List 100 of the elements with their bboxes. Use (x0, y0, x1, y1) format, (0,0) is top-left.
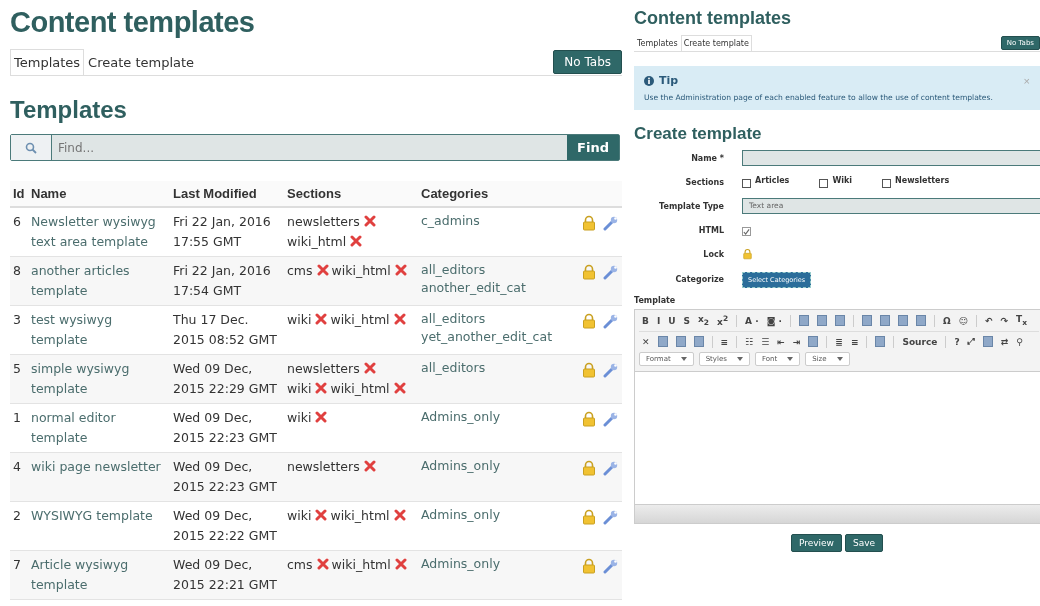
square-icon[interactable] (798, 315, 809, 326)
remove-icon[interactable] (363, 460, 376, 472)
find-button[interactable]: Find (567, 135, 619, 160)
checkbox[interactable] (742, 179, 751, 188)
remove-icon[interactable] (393, 509, 406, 521)
lock-icon[interactable] (581, 263, 597, 280)
toolbar-button[interactable]: S (680, 314, 694, 327)
toolbar-button[interactable]: T$_{x}$ (1013, 313, 1031, 328)
toolbar-button[interactable]: ☰ (758, 335, 773, 348)
remove-icon[interactable] (363, 362, 376, 374)
template-link[interactable]: Article wysiwyg template (31, 555, 167, 595)
remove-icon[interactable] (394, 558, 407, 570)
remove-icon[interactable] (316, 558, 329, 570)
template-link[interactable]: wiki page newsletter (31, 457, 167, 477)
toolbar-button[interactable]: I (653, 314, 664, 327)
checkbox[interactable] (819, 179, 829, 188)
lock-icon[interactable] (742, 247, 753, 260)
toolbar-button[interactable]: ⇄ (997, 335, 1012, 348)
checkbox[interactable] (882, 179, 891, 188)
wrench-icon[interactable] (603, 508, 619, 525)
toolbar-button[interactable]: ↷ (997, 314, 1012, 327)
remove-icon[interactable] (350, 235, 363, 247)
square-icon[interactable] (915, 315, 926, 326)
wrench-icon[interactable] (603, 410, 619, 427)
no-tabs-button[interactable]: No Tabs (553, 50, 622, 74)
square-icon[interactable] (816, 315, 827, 326)
action-button[interactable]: Save (844, 533, 884, 552)
toolbar-button[interactable]: ≡ (847, 335, 862, 348)
square-icon[interactable] (693, 336, 704, 347)
name-field[interactable] (742, 150, 1040, 166)
toolbar-button[interactable]: B (639, 314, 652, 327)
toolbar-button[interactable]: x$_{2}$ (695, 313, 713, 328)
square-icon[interactable] (861, 315, 872, 326)
remove-icon[interactable] (316, 264, 329, 276)
page-title: Content templates (10, 6, 256, 39)
remove-icon[interactable] (393, 313, 406, 325)
square-icon[interactable] (982, 336, 993, 347)
lock-icon[interactable] (581, 459, 597, 476)
tab[interactable]: Templates (10, 49, 85, 75)
toolbar-button[interactable]: U (665, 314, 679, 327)
square-icon[interactable] (897, 315, 908, 326)
template-link[interactable]: WYSIWYG template (31, 506, 167, 526)
toolbar-button[interactable]: A · (742, 314, 762, 327)
tab[interactable]: Create template (84, 49, 199, 75)
tab[interactable]: Templates (634, 35, 681, 51)
caret-icon (836, 356, 843, 361)
template-link[interactable]: test wysiwyg template (31, 310, 167, 350)
lock-icon[interactable] (581, 508, 597, 525)
toolbar-button[interactable]: Ω (939, 314, 954, 327)
toolbar-button[interactable]: x$^{2}$ (714, 313, 732, 328)
toolbar-button[interactable]: ◙ · (763, 314, 785, 327)
action-button[interactable]: Preview (790, 533, 842, 552)
template-link[interactable]: simple wysiwyg template (31, 359, 167, 399)
checkbox[interactable] (742, 227, 751, 236)
lock-icon[interactable] (581, 410, 597, 427)
toolbar-button[interactable]: ≣ (832, 335, 846, 348)
table-cell: Wed 09 Dec, 2015 22:29 GMT (170, 354, 284, 404)
toolbar-button[interactable]: ⚲ (1013, 335, 1026, 348)
square-icon[interactable] (875, 336, 886, 347)
field-label: Sections (684, 177, 724, 187)
remove-icon[interactable] (315, 382, 328, 394)
toolbar-button[interactable]: ≡ (717, 335, 732, 348)
toolbar-button[interactable]: ↶ (981, 314, 996, 327)
toolbar-button[interactable]: ☷ (742, 335, 757, 348)
section-name: wiki_html (330, 381, 390, 396)
toolbar-button[interactable]: ⇥ (789, 335, 804, 348)
square-icon[interactable] (879, 315, 890, 326)
remove-icon[interactable] (363, 215, 376, 227)
lock-icon[interactable] (581, 214, 597, 231)
wrench-icon[interactable] (603, 557, 619, 574)
wrench-icon[interactable] (603, 263, 619, 280)
section-name: cms (287, 557, 313, 572)
wrench-icon[interactable] (603, 214, 619, 231)
template-link[interactable]: Newsletter wysiwyg text area template (31, 212, 167, 252)
toolbar-button[interactable]: ✕ (639, 335, 653, 348)
lock-icon[interactable] (581, 361, 597, 378)
toolbar-button[interactable]: ⇤ (774, 335, 788, 348)
toolbar-button[interactable]: ? (951, 335, 963, 348)
toolbar-button[interactable]: ⤢ (964, 335, 978, 348)
lock-icon[interactable] (581, 557, 597, 574)
square-icon[interactable] (834, 315, 845, 326)
toolbar-button[interactable]: ☺ (955, 314, 971, 327)
tab[interactable]: Create template (680, 35, 752, 51)
remove-icon[interactable] (315, 313, 328, 325)
remove-icon[interactable] (315, 509, 328, 521)
toolbar-button[interactable]: Source (899, 335, 941, 348)
wrench-icon[interactable] (603, 312, 619, 329)
square-icon[interactable] (675, 336, 686, 347)
square-icon[interactable] (657, 336, 668, 347)
wrench-icon[interactable] (603, 459, 619, 476)
template-link[interactable]: normal editor template (31, 408, 167, 448)
tip-title: Tip (659, 74, 679, 87)
remove-icon[interactable] (393, 382, 406, 394)
remove-icon[interactable] (394, 264, 407, 276)
template-link[interactable]: another articles template (31, 261, 167, 301)
square-icon[interactable] (808, 336, 819, 347)
search-field[interactable]: Find... (51, 135, 568, 160)
wrench-icon[interactable] (603, 361, 619, 378)
lock-icon[interactable] (581, 312, 597, 329)
remove-icon[interactable] (315, 411, 328, 423)
